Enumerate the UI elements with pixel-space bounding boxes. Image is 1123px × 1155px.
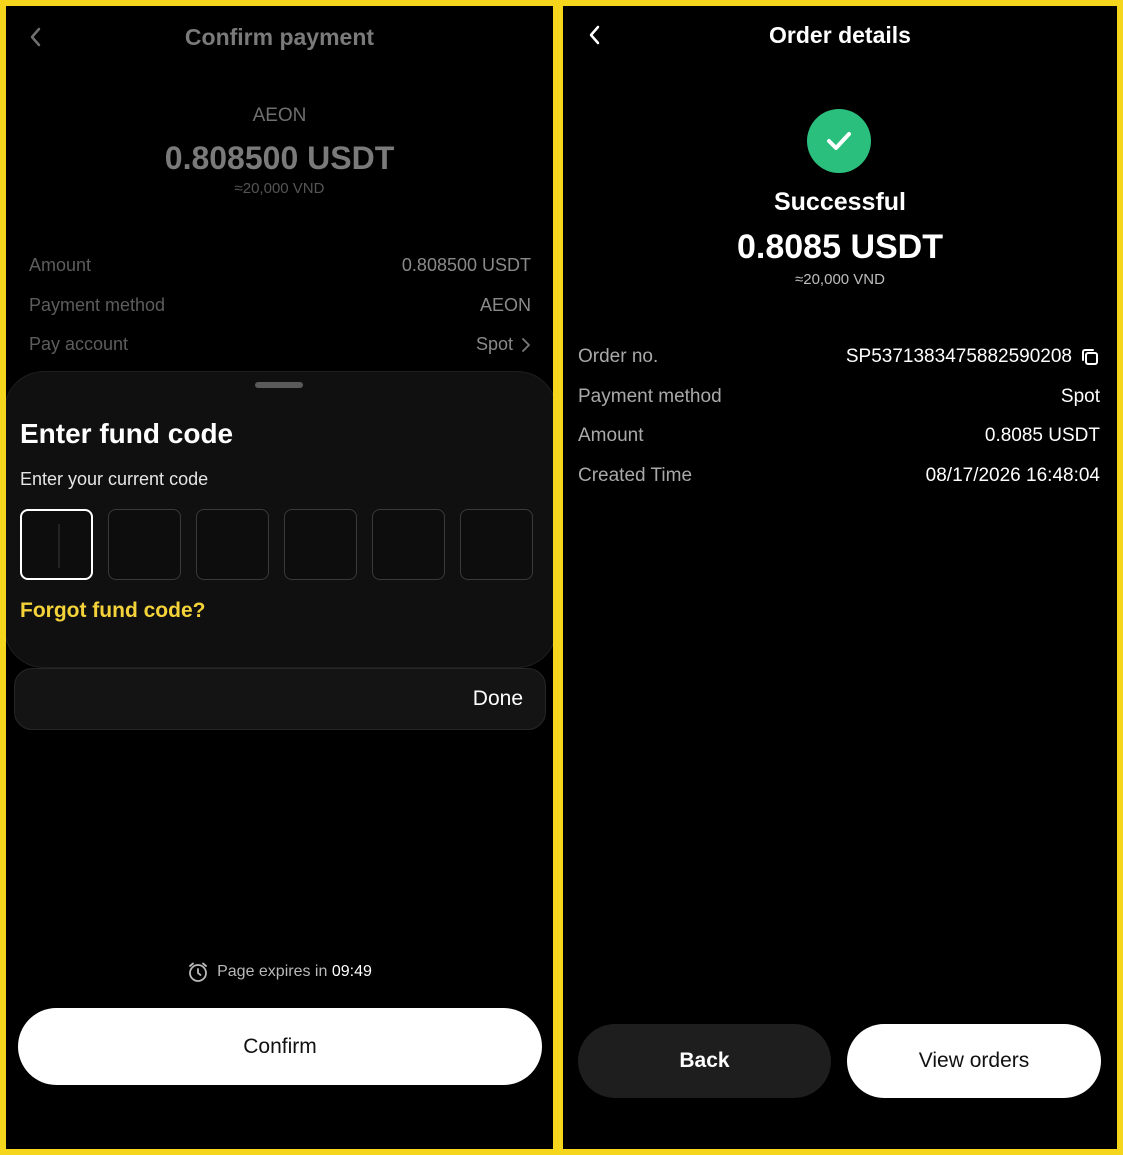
- detail-value: AEON: [479, 295, 531, 315]
- code-digit-box[interactable]: [108, 509, 181, 580]
- code-digit-box[interactable]: [20, 509, 93, 580]
- forgot-fund-code-link[interactable]: Forgot fund code?: [20, 599, 205, 623]
- confirm-payment-screen: Confirm payment AEON 0.808500 USDT ≈20,0…: [6, 6, 553, 1149]
- approx-amount: ≈20,000 VND: [234, 180, 325, 197]
- copy-icon[interactable]: [1080, 347, 1100, 367]
- detail-row-amount: Amount 0.8085 USDT: [578, 425, 1100, 447]
- sheet-title: Enter fund code: [20, 418, 234, 449]
- detail-label: Pay account: [29, 334, 129, 354]
- keyboard-toolbar: Done: [14, 668, 546, 730]
- detail-label: Order no.: [578, 346, 659, 367]
- page-title: Order details: [769, 22, 911, 48]
- view-orders-button[interactable]: View orders: [847, 1024, 1101, 1098]
- order-amount: 0.8085 USDT: [737, 228, 943, 266]
- fund-code-input: [20, 509, 533, 580]
- detail-value: Spot: [475, 334, 513, 354]
- page-expiry: Page expires in 09:49: [6, 961, 553, 983]
- detail-label: Created Time: [578, 465, 693, 486]
- done-button[interactable]: Done: [473, 687, 523, 711]
- detail-value: 0.808500 USDT: [401, 255, 531, 275]
- detail-value: 08/17/2026 16:48:04: [925, 465, 1100, 486]
- detail-row-pay-account[interactable]: Pay account Spot: [29, 334, 531, 355]
- order-details-screen: Order details Successful 0.8085 USDT ≈20…: [563, 6, 1117, 1149]
- code-digit-box[interactable]: [196, 509, 269, 580]
- expiry-countdown: 09:49: [331, 963, 372, 980]
- sheet-subtitle: Enter your current code: [20, 469, 209, 489]
- page-title: Confirm payment: [184, 24, 375, 50]
- detail-label: Amount: [29, 255, 92, 275]
- approx-amount: ≈20,000 VND: [795, 271, 885, 288]
- detail-label: Payment method: [578, 386, 722, 407]
- sheet-drag-handle[interactable]: [255, 382, 303, 388]
- detail-value: 0.8085 USDT: [984, 425, 1100, 446]
- detail-row-payment-method: Payment method Spot: [578, 386, 1100, 408]
- detail-row-order-no: Order no. SP5371383475882590208: [578, 346, 1100, 368]
- alarm-clock-icon: [189, 962, 207, 982]
- success-check-icon: [807, 109, 871, 173]
- fund-code-sheet: Enter fund code Enter your current code …: [6, 371, 553, 668]
- detail-label: Amount: [578, 425, 644, 446]
- chevron-right-icon: [522, 337, 530, 352]
- detail-label: Payment method: [29, 295, 166, 315]
- expiry-label: Page expires in: [217, 963, 328, 980]
- code-digit-box[interactable]: [284, 509, 357, 580]
- order-number: SP5371383475882590208: [845, 346, 1072, 367]
- confirm-button[interactable]: Confirm: [18, 1008, 542, 1085]
- code-digit-box[interactable]: [460, 509, 533, 580]
- detail-row-payment-method: Payment method AEON: [29, 295, 531, 316]
- payment-amount: 0.808500 USDT: [164, 140, 395, 176]
- merchant-name: AEON: [252, 105, 307, 126]
- pay-account-selector[interactable]: Spot: [476, 334, 531, 355]
- payment-status: Successful: [773, 188, 906, 216]
- detail-row-created-time: Created Time 08/17/2026 16:48:04: [578, 465, 1100, 487]
- code-digit-box[interactable]: [372, 509, 445, 580]
- text-caret: [58, 524, 60, 568]
- back-action-button[interactable]: Back: [578, 1024, 831, 1098]
- detail-value: Spot: [1060, 386, 1100, 407]
- detail-row-amount: Amount 0.808500 USDT: [29, 255, 531, 276]
